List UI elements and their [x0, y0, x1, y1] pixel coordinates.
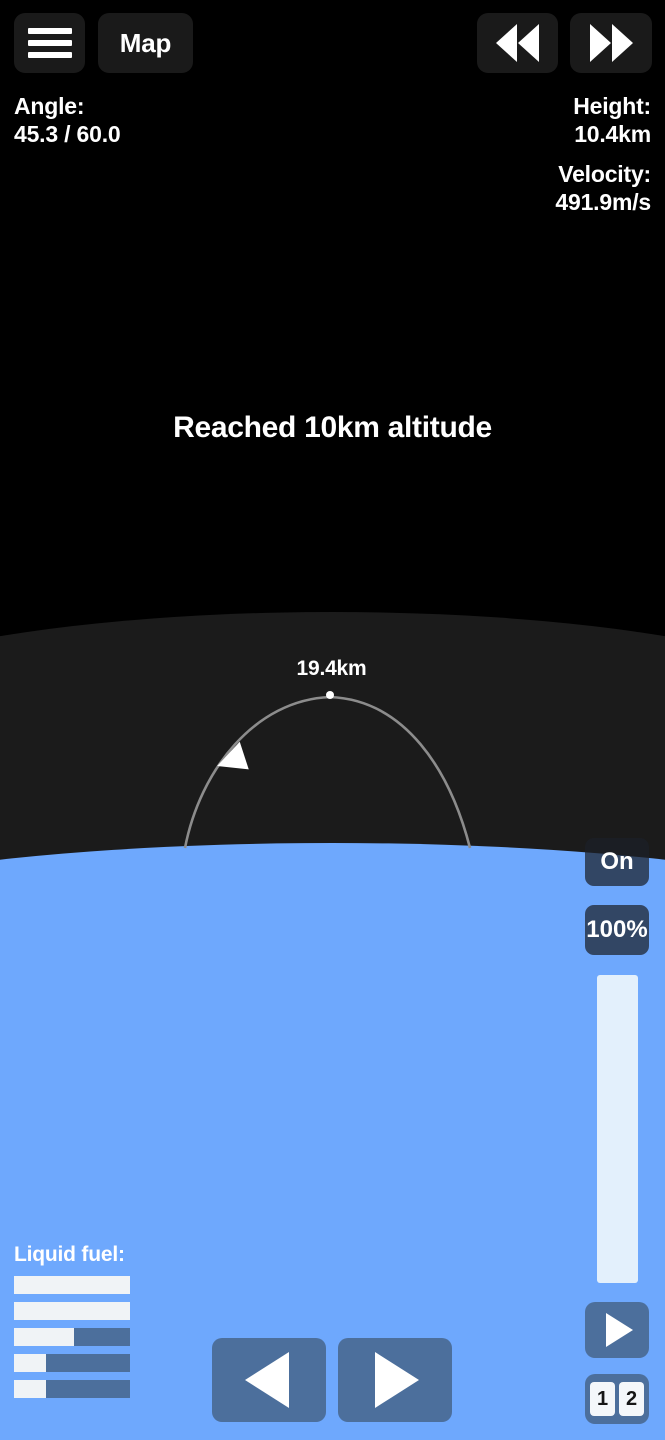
stage-key-2[interactable]: 2 [619, 1382, 644, 1416]
fast-forward-button[interactable] [570, 13, 652, 73]
menu-button[interactable] [14, 13, 85, 73]
rewind-icon [496, 24, 539, 62]
stage-selector[interactable]: 1 2 [585, 1374, 649, 1424]
fuel-bar-fill [14, 1380, 47, 1398]
engine-toggle-button[interactable]: On [585, 838, 649, 886]
fuel-bar-fill [14, 1302, 130, 1320]
angle-value: 45.3 / 60.0 [14, 121, 121, 147]
fast-forward-icon [589, 24, 633, 62]
angle-label: Angle: [14, 93, 85, 119]
map-button-label: Map [119, 27, 172, 58]
fuel-bar-fill [14, 1276, 130, 1294]
apoapsis-altitude-label: 19.4km [0, 657, 665, 681]
throttle-percent-button[interactable]: 100% [585, 905, 649, 955]
rotate-right-triangle-icon [375, 1352, 419, 1408]
height-readout: Height: 10.4km [555, 92, 651, 148]
throttle-slider[interactable] [597, 975, 638, 1283]
rotate-left-triangle-icon [245, 1352, 289, 1408]
throttle-percent-label: 100% [586, 916, 648, 943]
apoapsis-altitude-value: 19.4km [296, 657, 367, 680]
velocity-label: Velocity: [558, 161, 651, 187]
height-value: 10.4km [574, 121, 651, 147]
rewind-button[interactable] [477, 13, 558, 73]
fuel-bar [14, 1302, 130, 1320]
stage-key-1[interactable]: 1 [590, 1382, 615, 1416]
map-button[interactable]: Map [98, 13, 193, 73]
angle-readout: Angle: 45.3 / 60.0 [14, 92, 121, 148]
rotate-left-button[interactable] [212, 1338, 326, 1422]
fuel-bar [14, 1354, 130, 1372]
height-label: Height: [573, 93, 651, 119]
flight-readouts: Height: 10.4km Velocity: 491.9m/s [555, 92, 651, 216]
fuel-bar-fill [14, 1328, 75, 1346]
status-message: Reached 10km altitude [173, 411, 492, 444]
fuel-panel: Liquid fuel: [14, 1243, 130, 1406]
fuel-bar [14, 1328, 130, 1346]
fuel-bar [14, 1380, 130, 1398]
rotate-right-button[interactable] [338, 1338, 452, 1422]
fuel-label: Liquid fuel: [14, 1243, 125, 1266]
game-screen: 19.4km Reached 10km altitude Map Angle: … [0, 0, 665, 1440]
fuel-bar [14, 1276, 130, 1294]
velocity-readout: Velocity: 491.9m/s [555, 160, 651, 216]
launch-button[interactable] [585, 1302, 649, 1358]
fuel-bar-list [14, 1276, 130, 1398]
engine-toggle-label: On [600, 848, 634, 875]
world-viewport [0, 0, 665, 1440]
hamburger-menu-icon [27, 28, 72, 58]
fuel-bar-fill [14, 1354, 47, 1372]
play-triangle-icon [605, 1313, 633, 1347]
velocity-value: 491.9m/s [555, 189, 651, 215]
